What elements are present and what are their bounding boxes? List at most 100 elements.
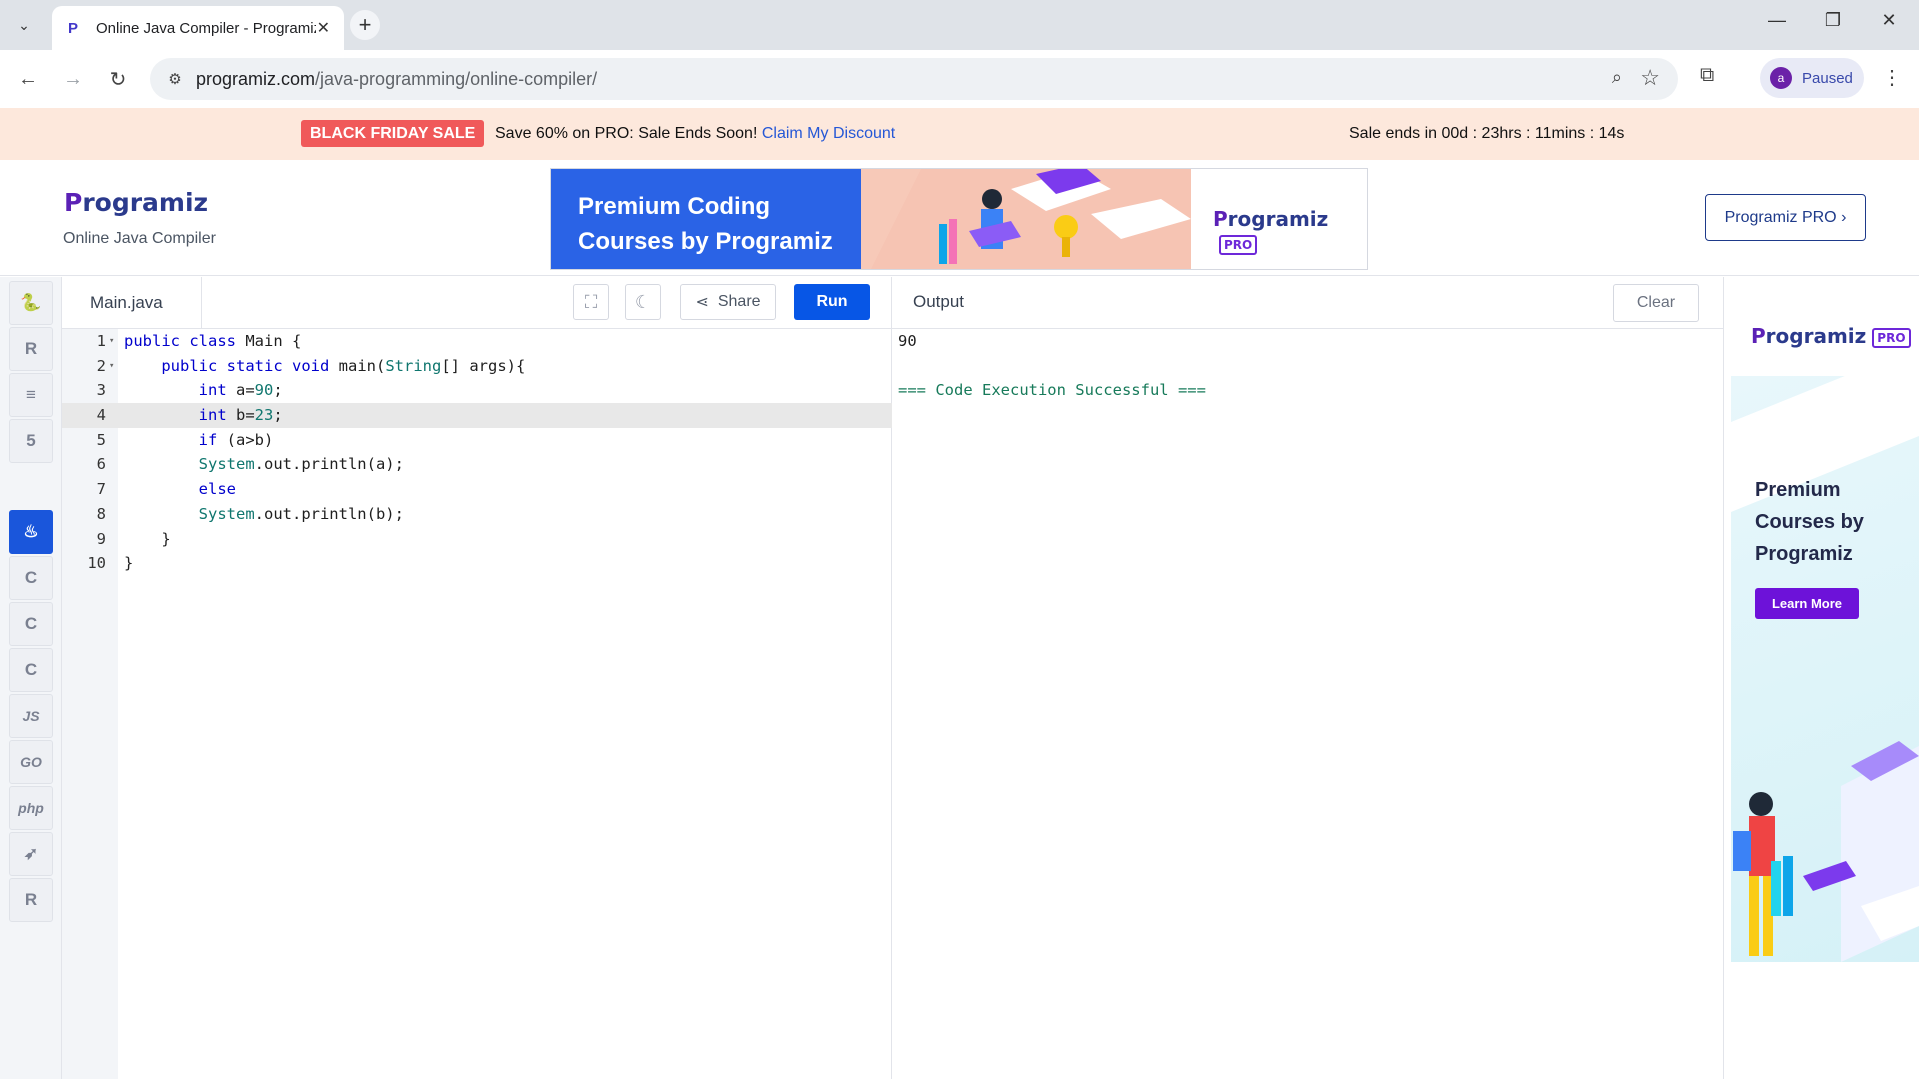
code-line[interactable]: 3 int a=90; [62, 378, 892, 403]
address-bar[interactable]: ⚙ programiz.com/java-programming/online-… [150, 58, 1678, 100]
output-result: 90 [898, 332, 917, 350]
restore-icon[interactable]: ❐ [1808, 10, 1858, 31]
line-number: 10 [87, 554, 106, 573]
promo-text: Save 60% on PRO: Sale Ends Soon! Claim M… [495, 125, 896, 142]
code-text: if (a>b) [198, 430, 274, 449]
window-close-icon[interactable]: ✕ [1864, 10, 1914, 31]
language-sidebar: 🐍 R ≡ 5 ♨ C C C JS GO php ➶ R [0, 277, 62, 1079]
url-text[interactable]: programiz.com/java-programming/online-co… [196, 69, 597, 90]
browser-menu-icon[interactable]: ⋮ [1882, 65, 1902, 90]
code-text: } [124, 529, 171, 548]
code-line[interactable]: 8 System.out.println(b); [62, 502, 892, 527]
site-settings-icon[interactable]: ⚙ [164, 68, 186, 90]
fold-arrow-icon[interactable]: ▾ [109, 354, 114, 379]
run-button[interactable]: Run [794, 284, 870, 320]
back-arrow-icon[interactable]: ← [13, 64, 43, 94]
editor-toolbar: Main.java ⛶ ☾ ⋖ Share Run [62, 277, 892, 329]
forward-arrow-icon[interactable]: → [58, 64, 88, 94]
side-ad-illustration [1733, 741, 1919, 962]
programiz-pro-button[interactable]: Programiz PRO › [1705, 194, 1866, 241]
tab-title: Online Java Compiler - Programiz [96, 19, 316, 37]
html-language-icon[interactable]: 5 [9, 419, 53, 463]
page-subtitle: Online Java Compiler [63, 230, 216, 247]
bookmark-star-icon[interactable]: ☆ [1640, 65, 1660, 91]
output-pane: Output Clear 90 === Code Execution Succe… [892, 277, 1724, 1079]
output-title: Output [913, 292, 965, 311]
profile-status: Paused [1802, 69, 1853, 87]
csharp-language-icon[interactable]: C [9, 648, 53, 692]
output-toolbar: Output Clear [892, 277, 1724, 329]
browser-tabstrip: ⌄ P Online Java Compiler - Programiz ✕ +… [0, 0, 1919, 50]
javascript-language-icon[interactable]: JS [9, 694, 53, 738]
line-number: 3 [96, 381, 106, 400]
banner-illustration [861, 169, 1191, 269]
programiz-logo[interactable]: Programiz [64, 188, 208, 217]
tab-close-icon[interactable]: ✕ [317, 18, 330, 38]
code-text: public static void main(String[] args){ [161, 356, 526, 375]
c-language-icon[interactable]: C [9, 556, 53, 600]
site-header: Programiz Online Java Compiler Premium C… [0, 160, 1919, 276]
new-tab-button[interactable]: + [350, 10, 380, 40]
promo-bar: BLACK FRIDAY SALE Save 60% on PRO: Sale … [0, 108, 1919, 160]
programiz-favicon-icon: P [67, 19, 78, 37]
line-number: 1 [96, 332, 106, 350]
banner-logo: ProgramizPRO [1213, 207, 1367, 255]
code-line[interactable]: 5 if (a>b) [62, 428, 892, 453]
code-text: System.out.println(a); [198, 455, 404, 474]
browser-tab-active[interactable]: P Online Java Compiler - Programiz ✕ [52, 6, 344, 50]
code-line[interactable]: 1 ▾ public class Main { [62, 329, 892, 354]
cpp-language-icon[interactable]: C [9, 602, 53, 646]
go-language-icon[interactable]: GO [9, 740, 53, 784]
side-ad[interactable]: Programiz PRO Premium Courses by Programi… [1731, 286, 1919, 962]
sale-countdown: Sale ends in 00d : 23hrs : 11mins : 14s [1349, 125, 1625, 142]
share-label: Share [717, 293, 761, 310]
code-text: System.out.println(b); [198, 504, 404, 523]
file-tab-main-java[interactable]: Main.java [62, 277, 202, 329]
java-language-icon[interactable]: ♨ [9, 510, 53, 554]
dark-mode-moon-icon[interactable]: ☾ [625, 284, 661, 320]
execution-status: === Code Execution Successful === [898, 381, 1206, 400]
fold-arrow-icon[interactable]: ▾ [109, 329, 114, 354]
line-number: 4 [96, 406, 106, 425]
ad-banner[interactable]: Premium Coding Courses by Programiz Prog… [550, 168, 1368, 270]
code-text: int a=90; [198, 381, 283, 400]
sql-language-icon[interactable]: ≡ [9, 373, 53, 417]
tab-search-chevron-icon[interactable]: ⌄ [10, 12, 38, 38]
code-line[interactable]: 9 } [62, 527, 892, 552]
code-text: else [198, 480, 236, 499]
profile-button[interactable]: a Paused [1760, 58, 1864, 98]
code-text: int b=23; [198, 406, 283, 425]
code-line[interactable]: 4 int b=23; [62, 403, 892, 428]
line-number: 9 [96, 529, 106, 548]
learn-more-button[interactable]: Learn More [1755, 588, 1859, 619]
r-language-icon[interactable]: R [9, 327, 53, 371]
editor-pane: Main.java ⛶ ☾ ⋖ Share Run 1 ▾ public class… [62, 277, 892, 1079]
line-number: 7 [96, 480, 106, 499]
output-console[interactable]: 90 === Code Execution Successful === [898, 329, 1206, 403]
code-line[interactable]: 2 ▾ public static void main(String[] args… [62, 354, 892, 379]
extensions-puzzle-icon[interactable]: ⧉ [1700, 64, 1714, 87]
code-text: public class Main { [124, 332, 302, 350]
code-line[interactable]: 7 else [62, 477, 892, 502]
share-button[interactable]: ⋖ Share [680, 284, 776, 320]
line-number: 5 [96, 430, 106, 449]
rust-language-icon[interactable]: R [9, 878, 53, 922]
python-language-icon[interactable]: 🐍 [9, 281, 53, 325]
banner-logo-panel: ProgramizPRO [1191, 169, 1367, 269]
banner-text: Premium Coding Courses by Programiz [578, 193, 833, 255]
code-text: } [124, 554, 134, 573]
side-ad-logo: Programiz PRO [1751, 324, 1911, 348]
zoom-icon[interactable]: ⌕ [1612, 67, 1622, 88]
minimize-icon[interactable]: — [1752, 10, 1802, 31]
avatar: a [1770, 67, 1792, 89]
fullscreen-icon[interactable]: ⛶ [573, 284, 609, 320]
reload-icon[interactable]: ↻ [103, 64, 133, 94]
swift-language-icon[interactable]: ➶ [9, 832, 53, 876]
code-editor[interactable]: 1 ▾ public class Main { 2 ▾ public static vo… [62, 329, 892, 1079]
claim-discount-link[interactable]: Claim My Discount [762, 125, 895, 142]
php-language-icon[interactable]: php [9, 786, 53, 830]
clear-button[interactable]: Clear [1613, 284, 1699, 322]
code-line[interactable]: 10} [62, 551, 892, 576]
sale-badge[interactable]: BLACK FRIDAY SALE [301, 120, 485, 147]
code-line[interactable]: 6 System.out.println(a); [62, 452, 892, 477]
